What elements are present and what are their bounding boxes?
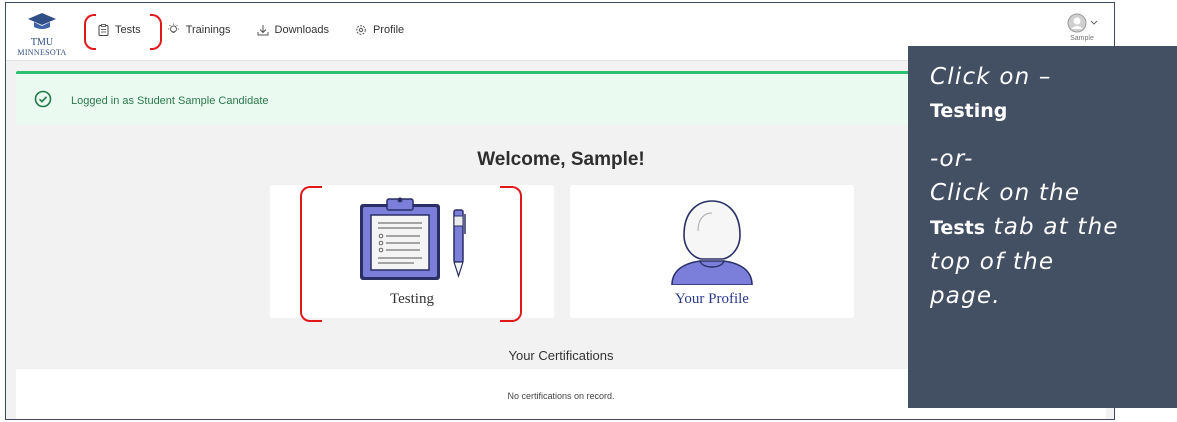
- profile-card[interactable]: Your Profile: [570, 185, 854, 318]
- callout-line-5-rest: tab at the: [985, 214, 1119, 240]
- callout-line-4: Click on the: [930, 180, 1081, 206]
- clipboard-icon: [98, 23, 109, 36]
- nav-profile[interactable]: Profile: [355, 24, 404, 36]
- nav-downloads[interactable]: Downloads: [257, 24, 329, 36]
- callout-spacer: [930, 128, 1177, 142]
- testing-card-highlight-right: [500, 186, 522, 322]
- banner-message: Logged in as Student Sample Candidate: [71, 95, 269, 107]
- graduation-cap-icon: [28, 13, 56, 29]
- nav-profile-label: Profile: [372, 23, 405, 36]
- profile-card-label: Your Profile: [675, 291, 749, 307]
- main-nav: Tests Trainings Downloads Profile: [98, 23, 430, 36]
- user-silhouette-icon: [671, 200, 753, 285]
- callout-tests-word: Tests: [930, 217, 986, 239]
- download-icon: [257, 24, 269, 35]
- clipboard-pen-icon: [360, 197, 466, 280]
- nav-tests-label: Tests: [115, 23, 141, 36]
- callout-line-2: Testing: [930, 100, 1008, 122]
- user-avatar-icon: [1067, 13, 1086, 33]
- gear-icon: [356, 24, 366, 35]
- tmu-logo[interactable]: TMU MINNESOTA: [12, 11, 72, 58]
- callout-line-5: Tests tab at the: [930, 210, 1177, 245]
- account-name: Sample: [1070, 35, 1094, 42]
- nav-tests[interactable]: Tests: [98, 24, 141, 36]
- logo-line-2: MINNESOTA: [17, 48, 67, 57]
- tests-tab-highlight-right: [150, 14, 162, 50]
- callout-line-6: top of the: [930, 249, 1055, 275]
- callout-line-1: Click on –: [930, 64, 1052, 90]
- callout-line-7: page.: [930, 283, 1001, 309]
- tests-tab-highlight-left: [84, 14, 96, 50]
- testing-card-highlight-left: [300, 186, 322, 322]
- callout-line-3: -or-: [930, 146, 974, 172]
- lightbulb-icon: [167, 23, 179, 33]
- nav-trainings-label: Trainings: [185, 23, 231, 36]
- nav-trainings[interactable]: Trainings: [167, 23, 231, 36]
- instruction-callout: Click on – Testing -or- Click on the Tes…: [908, 46, 1177, 408]
- check-circle-icon: [34, 90, 52, 108]
- account-menu[interactable]: Sample: [1064, 13, 1100, 42]
- logo-line-1: TMU: [30, 37, 54, 48]
- nav-downloads-label: Downloads: [274, 23, 329, 36]
- chevron-down-icon: [1090, 20, 1097, 25]
